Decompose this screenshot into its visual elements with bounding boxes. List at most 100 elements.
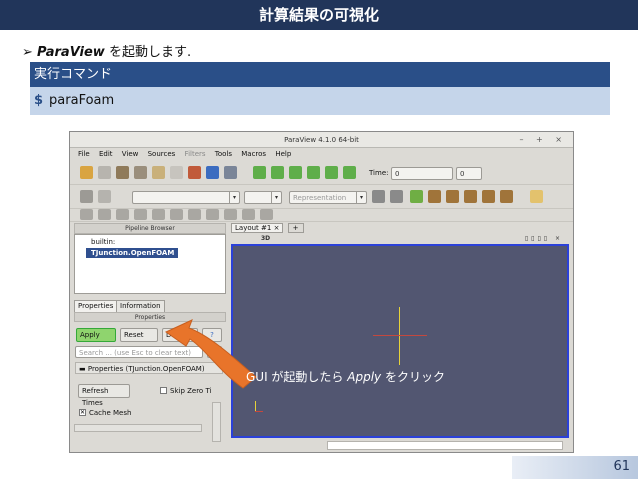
loop-icon[interactable] xyxy=(343,166,356,179)
window-controls[interactable]: – + × xyxy=(520,132,568,148)
view-plus-z-icon[interactable] xyxy=(500,190,513,203)
menu-help[interactable]: Help xyxy=(275,150,291,158)
menu-file[interactable]: File xyxy=(78,150,90,158)
menu-macros[interactable]: Macros xyxy=(241,150,266,158)
center-axis-y xyxy=(399,307,400,365)
page-number: 61 xyxy=(613,459,630,474)
properties-section[interactable]: ▬ Properties (TJunction.OpenFOAM) xyxy=(75,362,223,374)
skip-zero-label: Skip Zero Ti xyxy=(170,387,212,395)
tab-information[interactable]: Information xyxy=(116,300,165,312)
last-frame-icon[interactable] xyxy=(325,166,338,179)
contour-icon[interactable] xyxy=(98,209,111,220)
view-toolbar: 3D ▯▯▯▯ × xyxy=(231,234,569,244)
help-button[interactable]: ? xyxy=(202,328,222,342)
glyph-icon[interactable] xyxy=(188,209,201,220)
view-mode-toggle[interactable]: 3D xyxy=(261,235,270,242)
center-axis-x xyxy=(373,335,427,336)
redo-icon[interactable] xyxy=(170,166,183,179)
pipeline-browser: builtin: TJunction.OpenFOAM xyxy=(74,234,226,294)
cache-mesh-checkbox[interactable]: ✕ xyxy=(79,409,86,416)
edit-color-map-icon[interactable] xyxy=(372,190,385,203)
callout-text: GUI が起動したら Apply をクリック xyxy=(246,370,445,384)
command-header: 実行コマンド xyxy=(30,62,610,87)
disconnect-icon[interactable] xyxy=(134,166,147,179)
color-by-select[interactable]: ▾ xyxy=(132,191,240,204)
previous-frame-icon[interactable] xyxy=(271,166,284,179)
calculator-icon[interactable] xyxy=(80,209,93,220)
command-text: paraFoam xyxy=(49,93,115,108)
refresh-times-button[interactable]: Refresh Times xyxy=(78,384,130,407)
properties-title: Properties xyxy=(134,314,166,321)
tab-properties[interactable]: Properties xyxy=(74,300,118,312)
cache-mesh-label: Cache Mesh xyxy=(89,409,132,417)
play-icon[interactable] xyxy=(289,166,302,179)
bullet-icon: ➢ xyxy=(22,45,33,60)
representation-select[interactable]: Representation ▾ xyxy=(289,191,367,204)
reset-camera-icon[interactable] xyxy=(410,190,423,203)
view-split-controls[interactable]: ▯▯▯▯ × xyxy=(525,234,563,244)
extract-level-icon[interactable] xyxy=(260,209,273,220)
menu-sources[interactable]: Sources xyxy=(148,150,176,158)
menu-bar: File Edit View Sources Filters Tools Mac… xyxy=(70,148,573,160)
command-prompt: $ xyxy=(34,93,44,108)
render-view[interactable] xyxy=(231,244,569,438)
view-minus-x-icon[interactable] xyxy=(446,190,459,203)
apply-button[interactable]: Apply xyxy=(76,328,116,342)
delete-button[interactable]: Delete xyxy=(162,328,198,342)
connect-icon[interactable] xyxy=(116,166,129,179)
rescale-icon[interactable] xyxy=(390,190,403,203)
view-plus-y-icon[interactable] xyxy=(464,190,477,203)
slice-icon[interactable] xyxy=(134,209,147,220)
advanced-toggle[interactable]: ⚙ xyxy=(207,346,222,358)
time-label: Time: xyxy=(369,169,389,177)
orientation-axis-x xyxy=(255,411,263,412)
extract-icon[interactable] xyxy=(170,209,183,220)
pipeline-item-builtin[interactable]: builtin: xyxy=(91,238,115,246)
camera-undo-icon[interactable] xyxy=(188,166,201,179)
properties-scrollbar[interactable] xyxy=(212,402,221,442)
load-state-icon[interactable] xyxy=(98,166,111,179)
time-field[interactable]: 0 xyxy=(391,167,453,180)
warp-icon[interactable] xyxy=(224,209,237,220)
skip-zero-checkbox[interactable] xyxy=(160,387,167,394)
view-plus-x-icon[interactable] xyxy=(428,190,441,203)
view-minus-y-icon[interactable] xyxy=(482,190,495,203)
tab-layout-1[interactable]: Layout #1 × xyxy=(231,223,284,233)
collapse-icon: ▬ xyxy=(79,365,86,373)
component-select[interactable]: ▾ xyxy=(244,191,282,204)
properties-search-input[interactable]: Search ... (use Esc to clear text) xyxy=(75,346,203,358)
threshold-icon[interactable] xyxy=(152,209,165,220)
paraview-window: ParaView 4.1.0 64-bit – + × File Edit Vi… xyxy=(69,131,574,453)
open-file-icon[interactable] xyxy=(80,166,93,179)
toolbar-filters xyxy=(70,209,573,222)
group-icon[interactable] xyxy=(242,209,255,220)
pipeline-browser-title: Pipeline Browser xyxy=(125,225,175,232)
first-frame-icon[interactable] xyxy=(253,166,266,179)
window-title: ParaView 4.1.0 64-bit xyxy=(70,132,573,148)
toolbar-display: ▾ ▾ Representation ▾ xyxy=(70,185,573,209)
axes-icon[interactable] xyxy=(530,190,543,203)
menu-filters[interactable]: Filters xyxy=(185,150,206,158)
intro-text: を起動します. xyxy=(104,45,192,60)
python-icon[interactable] xyxy=(224,166,237,179)
reset-button[interactable]: Reset xyxy=(120,328,158,342)
clip-icon[interactable] xyxy=(116,209,129,220)
menu-tools[interactable]: Tools xyxy=(215,150,232,158)
toolbar-main: Time: 0 0 xyxy=(70,161,573,185)
pipeline-item-tjunction[interactable]: TJunction.OpenFOAM xyxy=(86,248,178,258)
undo-icon[interactable] xyxy=(152,166,165,179)
orientation-axis-y xyxy=(255,401,256,411)
time-step-spinbox[interactable]: 0 xyxy=(456,167,482,180)
progress-field xyxy=(327,441,563,450)
stream-tracer-icon[interactable] xyxy=(206,209,219,220)
color-map-icon[interactable] xyxy=(98,190,111,203)
menu-view[interactable]: View xyxy=(122,150,139,158)
add-layout-button[interactable]: + xyxy=(287,223,304,233)
menu-edit[interactable]: Edit xyxy=(99,150,113,158)
help-icon[interactable] xyxy=(206,166,219,179)
properties-hscrollbar[interactable] xyxy=(74,424,202,432)
status-bar xyxy=(231,440,569,451)
toggle-visibility-icon[interactable] xyxy=(80,190,93,203)
next-frame-icon[interactable] xyxy=(307,166,320,179)
layout-tabs: Layout #1 × + xyxy=(231,223,304,234)
